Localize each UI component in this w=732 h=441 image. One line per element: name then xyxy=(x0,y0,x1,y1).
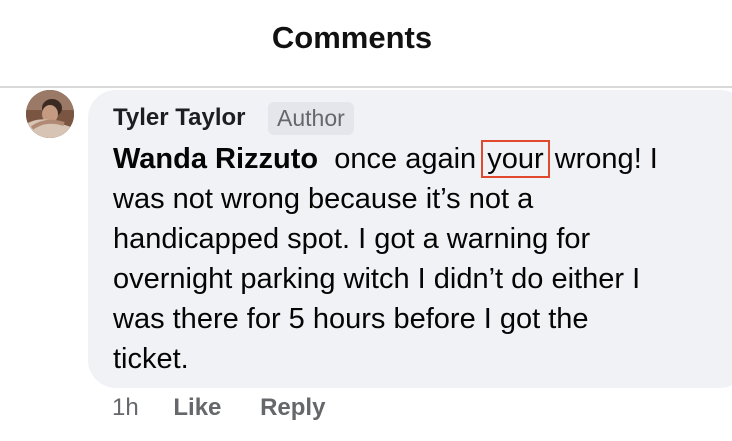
comment-author-name[interactable]: Tyler Taylor xyxy=(113,104,246,132)
author-badge: Author xyxy=(268,102,354,135)
comment-body: Wanda Rizzuto once again your wrong! I w… xyxy=(113,139,723,379)
comment-text-segment: once again xyxy=(334,143,477,175)
comment-line-5: was there for 5 hours before I got the xyxy=(113,303,589,335)
page-title: Comments xyxy=(271,20,433,55)
comment-line-4: overnight parking witch I didn’t do eith… xyxy=(113,263,641,295)
comment-line-6: ticket. xyxy=(113,343,189,375)
avatar[interactable] xyxy=(26,90,74,138)
comment-actions: 1h Like Reply xyxy=(112,394,325,422)
comments-header: Comments xyxy=(0,0,732,88)
comment-timestamp[interactable]: 1h xyxy=(112,394,139,422)
comment-line-3: handicapped spot. I got a warning for xyxy=(113,223,591,255)
comment-text-segment: wrong! I xyxy=(554,143,658,175)
profile-photo xyxy=(26,90,74,138)
mention-link[interactable]: Wanda Rizzuto xyxy=(113,143,318,175)
comment-line-1: Wanda Rizzuto once again your wrong! I xyxy=(113,139,723,179)
like-button[interactable]: Like xyxy=(173,394,221,422)
reply-button[interactable]: Reply xyxy=(260,394,325,422)
highlighted-word: your xyxy=(481,140,550,178)
comment-line-2: was not wrong because it’s not a xyxy=(113,183,534,215)
